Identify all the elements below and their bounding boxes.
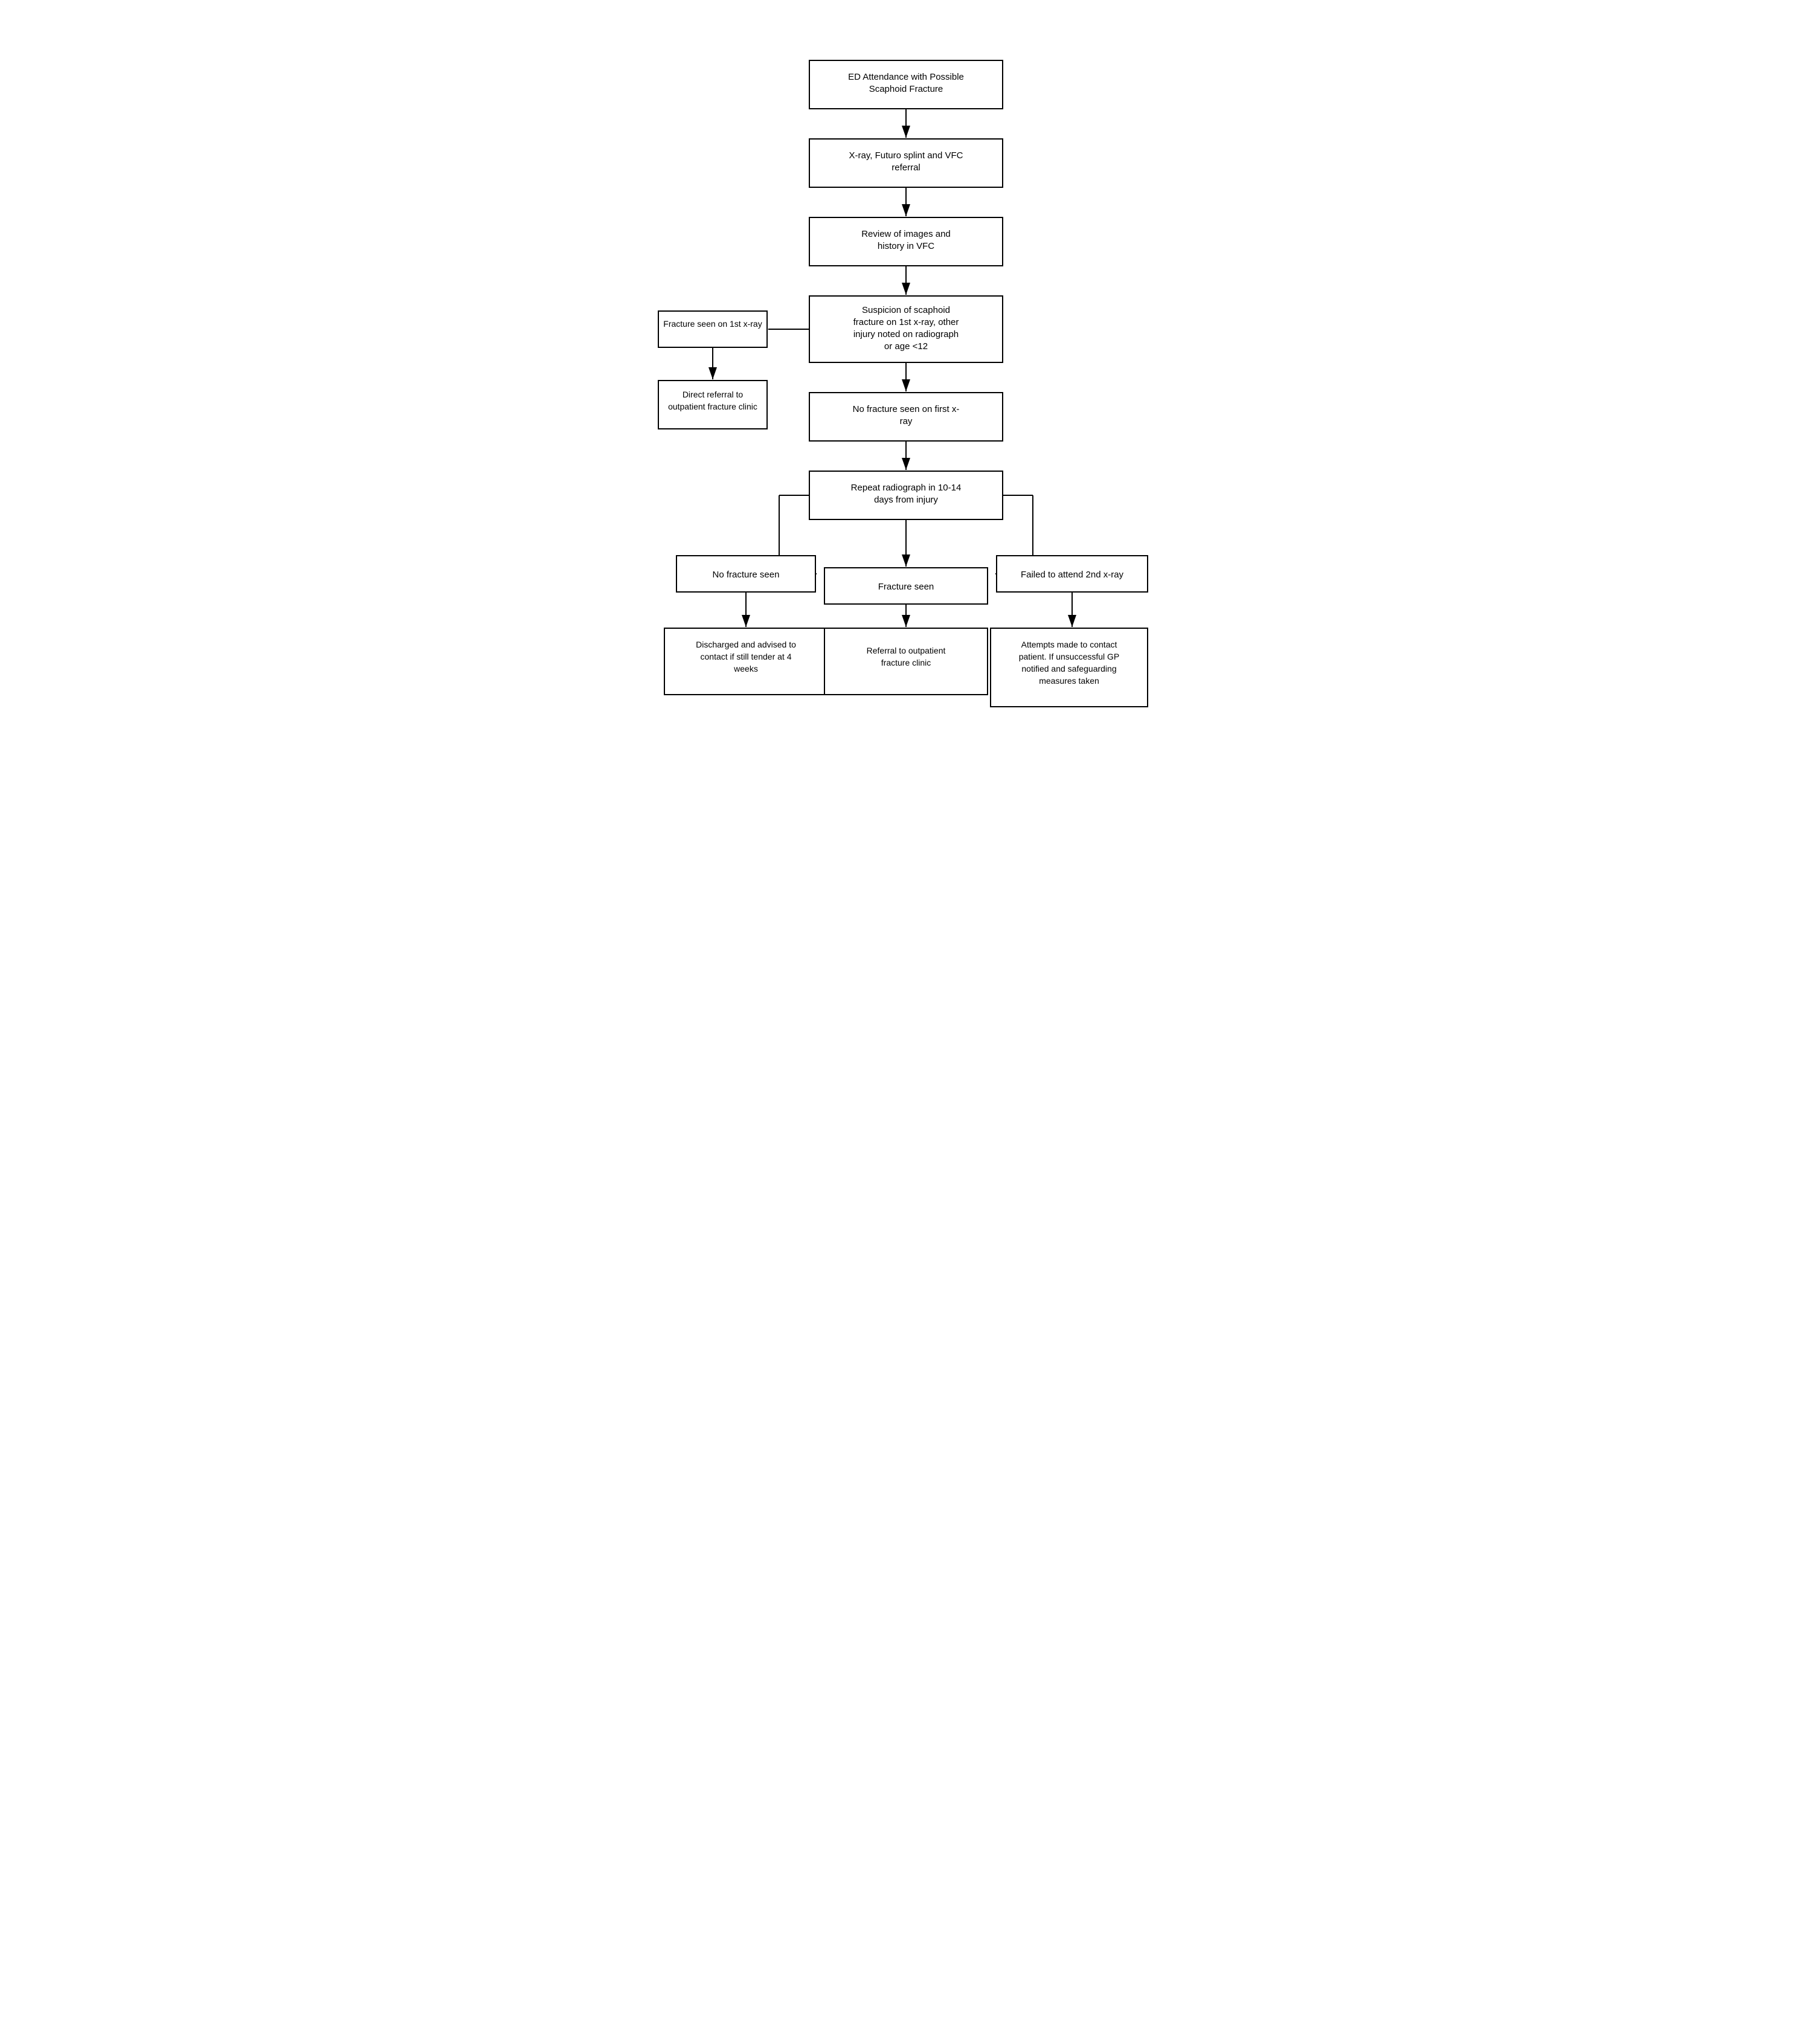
node5-line2: ray bbox=[900, 416, 913, 426]
node5left-line1: Direct referral to bbox=[683, 390, 744, 399]
node8right-line3: notified and safeguarding bbox=[1021, 664, 1116, 673]
node4left-line1: Fracture seen on 1st x-ray bbox=[663, 319, 762, 329]
node8left-line3: weeks bbox=[733, 664, 758, 673]
node8right-line4: measures taken bbox=[1039, 676, 1099, 686]
node1-line1: ED Attendance with Possible bbox=[848, 72, 964, 82]
node7center-line1: Fracture seen bbox=[878, 582, 934, 592]
node4-line1: Suspicion of scaphoid bbox=[862, 305, 950, 315]
node8left-line1: Discharged and advised to bbox=[696, 640, 796, 649]
node4-line3: injury noted on radiograph bbox=[853, 329, 959, 339]
node8center-line2: fracture clinic bbox=[881, 658, 931, 667]
node3-line1: Review of images and bbox=[861, 229, 951, 239]
node3-line2: history in VFC bbox=[878, 241, 934, 251]
flowchart-svg: ED Attendance with Possible Scaphoid Fra… bbox=[646, 48, 1166, 834]
node8right-line2: patient. If unsuccessful GP bbox=[1019, 652, 1120, 661]
node4-line4: or age <12 bbox=[884, 341, 928, 352]
node4-line2: fracture on 1st x-ray, other bbox=[853, 317, 959, 327]
node8right-line1: Attempts made to contact bbox=[1021, 640, 1117, 649]
node5left-line2: outpatient fracture clinic bbox=[668, 402, 757, 411]
node7right-line1: Failed to attend 2nd x-ray bbox=[1021, 570, 1124, 580]
node6-line1: Repeat radiograph in 10-14 bbox=[851, 483, 962, 493]
flowchart-container: ED Attendance with Possible Scaphoid Fra… bbox=[634, 24, 1178, 858]
node5-line1: No fracture seen on first x- bbox=[853, 404, 960, 414]
node1-line2: Scaphoid Fracture bbox=[869, 84, 943, 94]
node2-line2: referral bbox=[892, 162, 920, 173]
node7left-line1: No fracture seen bbox=[713, 570, 780, 580]
node8center-line1: Referral to outpatient bbox=[867, 646, 946, 655]
node2-line1: X-ray, Futuro splint and VFC bbox=[849, 150, 963, 161]
node8left-line2: contact if still tender at 4 bbox=[701, 652, 792, 661]
node6-line2: days from injury bbox=[874, 495, 938, 505]
